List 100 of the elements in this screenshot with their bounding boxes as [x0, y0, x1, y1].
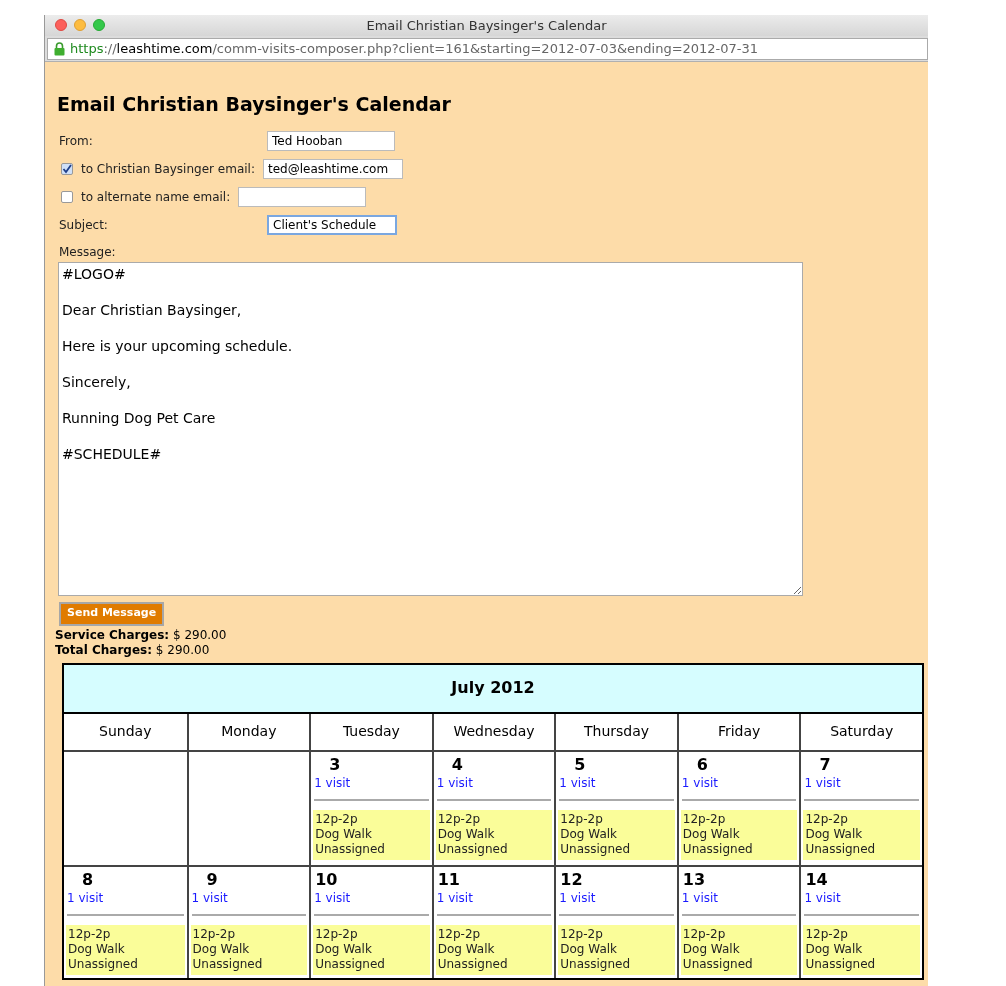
- sitter-name: Unassigned: [68, 956, 139, 972]
- day-number: 8: [81, 869, 95, 890]
- weekday-header: Wednesday: [431, 713, 555, 752]
- appointment-block[interactable]: 12p-2p Dog Walk Unassigned: [66, 924, 185, 975]
- charge-total: Total Charges: $ 290.00: [55, 642, 210, 658]
- service-name: Dog Walk: [437, 826, 496, 842]
- zoom-icon[interactable]: [93, 19, 105, 31]
- appointment-time: 12p-2p: [315, 811, 359, 827]
- service-name: Dog Walk: [192, 941, 251, 957]
- day-number: 12: [559, 869, 584, 890]
- checkbox-label: to alternate name email:: [81, 188, 231, 206]
- window-title: Email Christian Baysinger's Calendar: [366, 16, 607, 35]
- visits-link[interactable]: 1 visit: [556, 889, 677, 906]
- weekday-header: Friday: [676, 713, 800, 752]
- visits-link[interactable]: 1 visit: [678, 774, 800, 791]
- email-field[interactable]: [238, 186, 367, 207]
- appointment-time: 12p-2p: [192, 926, 237, 942]
- service-name: Dog Walk: [560, 941, 619, 957]
- day-number: 14: [804, 869, 829, 890]
- sitter-name: Unassigned: [682, 841, 754, 857]
- service-name: Dog Walk: [805, 941, 864, 957]
- weekday-header: Monday: [186, 713, 310, 752]
- appointment-block[interactable]: 12p-2p Dog Walk Unassigned: [803, 924, 920, 975]
- visits-link[interactable]: 1 visit: [556, 774, 677, 791]
- calendar-title: July 2012: [64, 664, 922, 714]
- charge-total: Service Charges: $ 290.00: [55, 627, 227, 643]
- day-number: 11: [436, 869, 461, 890]
- sitter-name: Unassigned: [315, 841, 386, 857]
- day-number: 3: [328, 754, 342, 775]
- field-label: From:: [59, 132, 94, 150]
- address-bar[interactable]: https://leashtime.com/comm-visits-composer.php?client=161&starting=2012-07-03&ending=2012-07-31: [47, 37, 928, 60]
- service-name: Dog Walk: [68, 941, 126, 957]
- appointment-time: 12p-2p: [560, 926, 604, 942]
- field-label: Subject:: [59, 216, 109, 234]
- visits-link[interactable]: 1 visit: [678, 889, 800, 906]
- sitter-name: Unassigned: [805, 956, 877, 972]
- weekday-header: Tuesday: [309, 713, 432, 752]
- visits-link[interactable]: 1 visit: [433, 774, 555, 791]
- service-name: Dog Walk: [437, 941, 496, 957]
- day-number: 9: [205, 869, 219, 890]
- appointment-block[interactable]: 12p-2p Dog Walk Unassigned: [313, 809, 430, 860]
- appointment-block[interactable]: 12p-2p Dog Walk Unassigned: [313, 924, 430, 975]
- appointment-block[interactable]: 12p-2p Dog Walk Unassigned: [558, 924, 675, 975]
- appointment-time: 12p-2p: [315, 926, 359, 942]
- sitter-name: Unassigned: [805, 841, 877, 857]
- service-name: Dog Walk: [682, 941, 741, 957]
- service-name: Dog Walk: [805, 826, 864, 842]
- visits-link[interactable]: 1 visit: [64, 889, 187, 906]
- appointment-block[interactable]: 12p-2p Dog Walk Unassigned: [190, 924, 308, 975]
- appointment-block[interactable]: 12p-2p Dog Walk Unassigned: [558, 809, 675, 860]
- sitter-name: Unassigned: [682, 956, 754, 972]
- service-name: Dog Walk: [315, 941, 373, 957]
- url-text: https://leashtime.com/comm-visits-composer.php?client=161&starting=2012-07-03&ending=2012-07-31: [70, 39, 759, 58]
- day-number: 6: [695, 754, 709, 775]
- appointment-time: 12p-2p: [437, 811, 482, 827]
- visits-link[interactable]: 1 visit: [311, 889, 432, 906]
- appointment-block[interactable]: 12p-2p Dog Walk Unassigned: [680, 924, 798, 975]
- appointment-time: 12p-2p: [682, 926, 727, 942]
- weekday-header: Sunday: [64, 713, 187, 752]
- from-field[interactable]: Ted Hooban: [267, 130, 395, 151]
- appointment-time: 12p-2p: [68, 926, 112, 942]
- checkbox-label: to Christian Baysinger email:: [81, 160, 255, 178]
- visits-link[interactable]: 1 visit: [801, 774, 922, 791]
- sitter-name: Unassigned: [192, 956, 264, 972]
- appointment-block[interactable]: 12p-2p Dog Walk Unassigned: [680, 809, 798, 860]
- checkbox[interactable]: [61, 190, 73, 203]
- visits-link[interactable]: 1 visit: [188, 889, 310, 906]
- day-number: 13: [681, 869, 707, 890]
- close-icon[interactable]: [55, 19, 67, 31]
- lock-icon: [54, 41, 65, 56]
- appointment-time: 12p-2p: [805, 926, 849, 942]
- service-name: Dog Walk: [315, 826, 373, 842]
- visits-link[interactable]: 1 visit: [801, 889, 922, 906]
- visits-link[interactable]: 1 visit: [433, 889, 555, 906]
- appointment-time: 12p-2p: [560, 811, 604, 827]
- visits-link[interactable]: 1 visit: [311, 774, 432, 791]
- day-number: 5: [573, 754, 587, 775]
- sitter-name: Unassigned: [560, 841, 632, 857]
- sitter-name: Unassigned: [437, 841, 509, 857]
- appointment-block[interactable]: 12p-2p Dog Walk Unassigned: [435, 924, 553, 975]
- message-field[interactable]: #LOGO# Dear Christian Baysinger, Here is your upcoming schedule. Sincerely, Running Dog Pet Care #SCHEDULE#: [58, 261, 803, 596]
- service-name: Dog Walk: [682, 826, 741, 842]
- sitter-name: Unassigned: [437, 956, 509, 972]
- weekday-header: Thursday: [554, 713, 677, 752]
- service-name: Dog Walk: [560, 826, 619, 842]
- appointment-time: 12p-2p: [805, 811, 849, 827]
- appointment-block[interactable]: 12p-2p Dog Walk Unassigned: [803, 809, 920, 860]
- field-label: Message:: [59, 243, 117, 261]
- sitter-name: Unassigned: [560, 956, 632, 972]
- email-field[interactable]: ted@leashtime.com: [262, 158, 403, 179]
- subject-field[interactable]: Client's Schedule: [267, 214, 397, 235]
- sitter-name: Unassigned: [315, 956, 386, 972]
- day-number: 4: [450, 754, 464, 775]
- weekday-header: Saturday: [799, 713, 922, 752]
- minimize-icon[interactable]: [74, 19, 86, 31]
- appointment-time: 12p-2p: [437, 926, 482, 942]
- appointment-block[interactable]: 12p-2p Dog Walk Unassigned: [435, 809, 553, 860]
- checkbox[interactable]: [61, 162, 73, 175]
- day-number: 10: [314, 869, 339, 890]
- day-number: 7: [818, 754, 832, 775]
